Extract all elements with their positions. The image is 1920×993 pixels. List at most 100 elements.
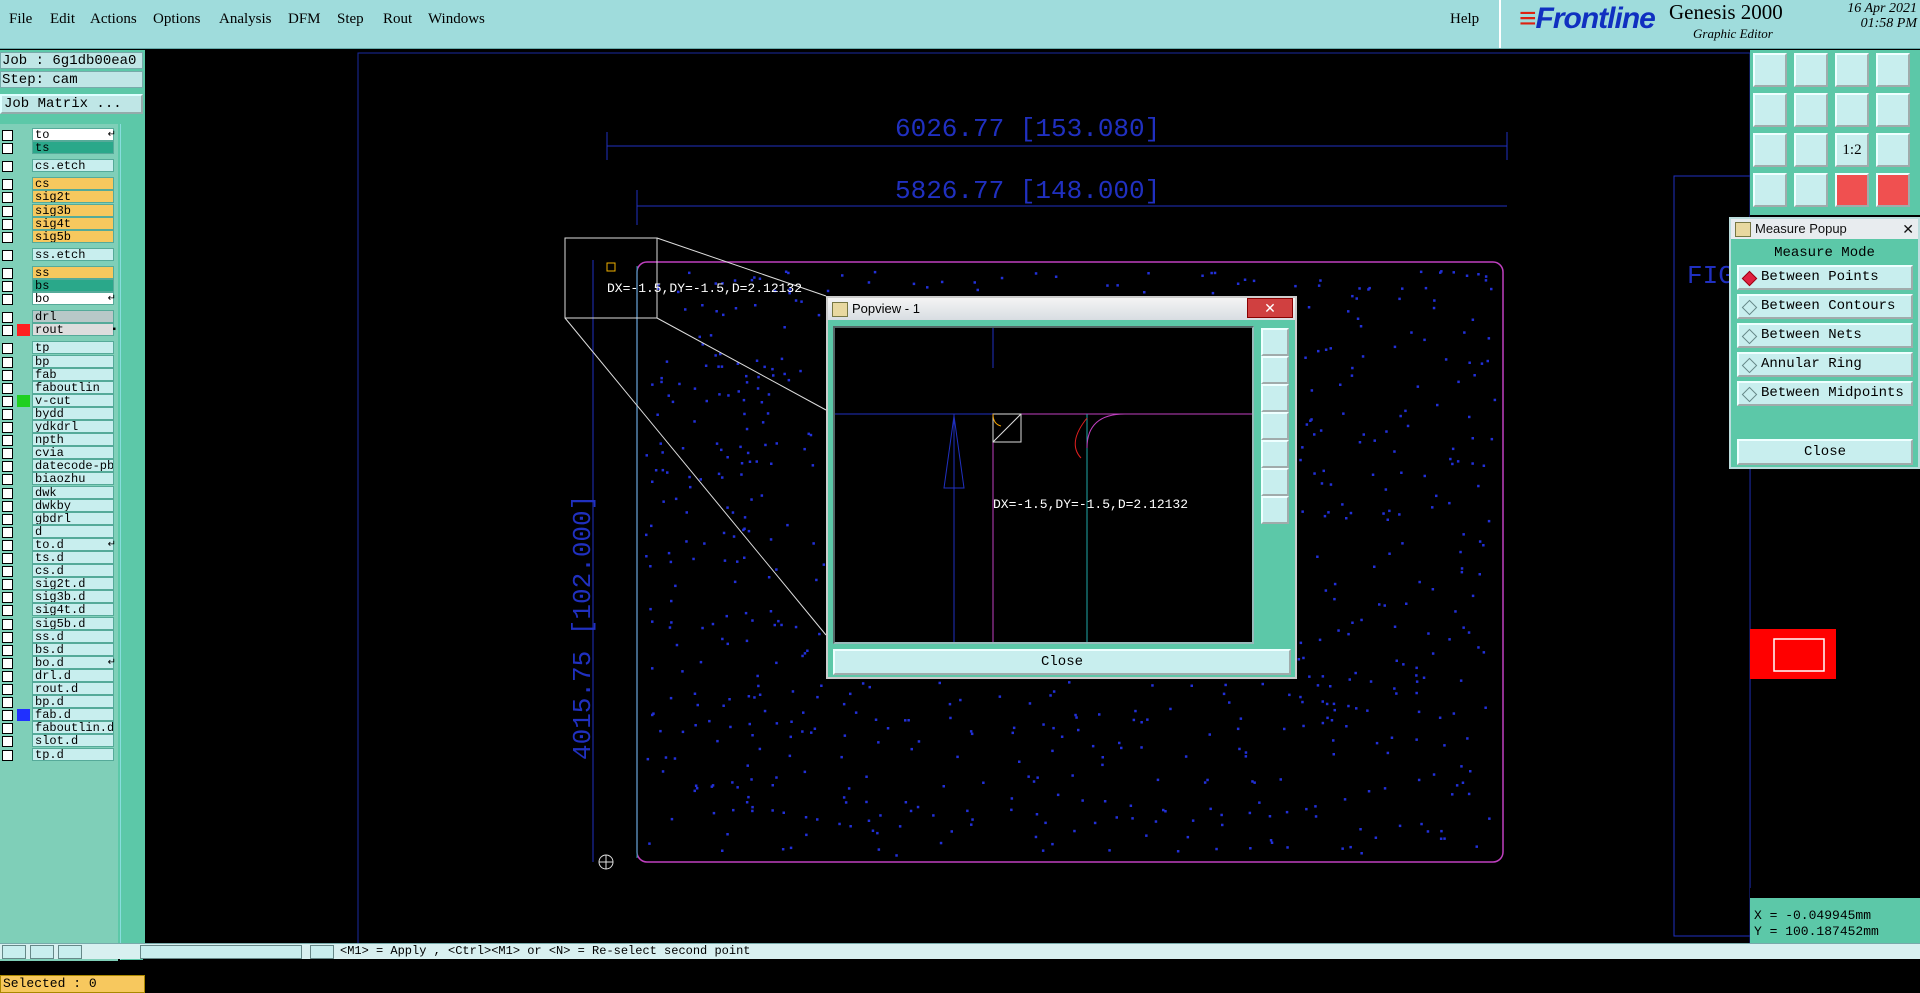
layer-name[interactable]: fab.d [32,708,114,722]
layer-name[interactable]: bp [32,354,114,368]
menu-rout[interactable]: Rout [383,11,412,28]
layer-name[interactable]: to [32,128,114,141]
layer-row[interactable]: cs [0,177,118,191]
layer-name[interactable]: ss.d [32,629,114,643]
layer-row[interactable]: bydd [0,406,118,421]
redo-icon[interactable] [1876,93,1910,127]
job-matrix-button[interactable]: Job Matrix ... [0,94,143,114]
layer-checkbox[interactable] [2,474,13,486]
option-between-nets[interactable]: Between Nets [1737,323,1913,348]
pv-zoom-window-icon[interactable] [1261,328,1289,356]
layer-checkbox[interactable] [2,192,13,204]
layer-row[interactable]: bo ↵ [0,292,118,306]
layer-row[interactable]: faboutlin [0,380,118,395]
layer-row[interactable]: d [0,524,118,539]
layer-row[interactable]: ss [0,265,118,280]
layer-row[interactable]: sig3b.d [0,590,118,604]
status-button-3[interactable] [58,945,82,959]
menu-windows[interactable]: Windows [428,11,485,28]
layers-red-2-icon[interactable] [1876,173,1910,207]
layer-name[interactable]: bo [32,292,114,306]
layer-checkbox[interactable] [2,382,13,394]
layer-checkbox[interactable] [2,526,13,538]
layer-checkbox[interactable] [2,231,13,243]
save-icon[interactable] [1794,53,1828,87]
measure-close-button[interactable]: Close [1737,439,1913,465]
layer-row[interactable]: dwkby [0,498,118,513]
layer-row[interactable]: gbdrl [0,511,118,526]
layer-name[interactable]: fab [32,367,114,381]
layer-name[interactable]: dwk [32,485,114,499]
layer-name[interactable]: bo.d [32,655,114,669]
layer-name[interactable]: v-cut [32,393,114,407]
layer-row[interactable]: cs.d [0,564,118,578]
layer-checkbox[interactable] [2,448,13,460]
help-icon[interactable] [1876,133,1910,167]
layer-name[interactable]: biaozhu [32,472,114,486]
menu-options[interactable]: Options [153,11,201,28]
option-between-midpoints[interactable]: Between Midpoints [1737,381,1913,406]
layer-row[interactable]: bp [0,354,118,369]
layer-name[interactable]: rout [32,323,114,337]
home-icon[interactable] [1835,53,1869,87]
layer-checkbox[interactable] [2,267,13,279]
layer-checkbox[interactable] [2,356,13,368]
option-between-points[interactable]: Between Points [1737,265,1913,290]
layer-row[interactable]: dwk [0,485,118,500]
layer-checkbox[interactable] [2,143,13,155]
layer-row[interactable]: ss.d [0,629,118,644]
layer-row[interactable]: v-cut [0,393,118,408]
layer-checkbox[interactable] [2,513,13,525]
layer-checkbox[interactable] [2,684,13,695]
layer-name[interactable]: cvia [32,446,114,460]
export-icon[interactable] [1794,93,1828,127]
layer-row[interactable]: rout.d [0,682,118,696]
layer-name[interactable]: ss.etch [32,247,114,261]
layer-name[interactable]: drl.d [32,668,114,682]
layer-checkbox[interactable] [2,422,13,433]
menu-edit[interactable]: Edit [50,11,75,28]
layer-row[interactable]: sig4t [0,216,118,231]
menu-actions[interactable]: Actions [90,11,137,28]
fit-window-icon[interactable] [1876,53,1910,87]
layers-red-icon[interactable] [1835,173,1869,207]
layer-checkbox[interactable] [2,631,13,643]
layer-checkbox[interactable] [2,487,13,499]
ratio-1-2-button[interactable]: 1:2 [1835,133,1869,167]
pv-zoom-out-icon[interactable] [1261,384,1289,412]
status-button-4[interactable] [310,945,334,959]
layer-row[interactable]: faboutlin.d [0,721,118,735]
layer-checkbox[interactable] [2,179,13,191]
pv-center-icon[interactable] [1261,496,1289,524]
layer-checkbox[interactable] [2,312,13,324]
layer-name[interactable]: sig2t [32,190,114,204]
layer-checkbox[interactable] [2,723,13,735]
popview-zoom-view[interactable]: DX=-1.5,DY=-1.5,D=2.12132 [833,326,1254,644]
layer-row[interactable]: sig4t.d [0,603,118,617]
close-icon[interactable]: ✕ [1902,219,1914,239]
layer-checkbox[interactable] [2,325,13,337]
layer-row[interactable]: fab [0,367,118,382]
pv-pan-left-icon[interactable] [1261,412,1289,440]
layer-name[interactable]: sig5b.d [32,616,114,630]
layer-color-swatch[interactable] [17,709,30,722]
layer-row[interactable]: cs.etch [0,159,118,173]
layer-name[interactable]: cs [32,177,114,191]
layer-checkbox[interactable] [2,553,13,564]
layer-row[interactable]: sig5b [0,229,118,244]
layer-checkbox[interactable] [2,281,13,292]
layer-checkbox[interactable] [2,618,13,630]
layer-name[interactable]: faboutlin.d [32,721,114,735]
layer-checkbox[interactable] [2,697,13,709]
layer-row[interactable]: sig5b.d [0,616,118,631]
layer-row[interactable]: rout ▪ [0,323,118,337]
layer-row[interactable]: ts.d [0,551,118,565]
pv-fit-icon[interactable] [1261,468,1289,496]
layer-row[interactable]: npth [0,433,118,447]
layer-name[interactable]: sig2t.d [32,577,114,591]
layer-row[interactable]: to.d ↵ [0,537,118,552]
layer-checkbox[interactable] [2,161,13,173]
menu-help[interactable]: Help [1450,11,1479,28]
layer-checkbox[interactable] [2,294,13,306]
layer-name[interactable]: ydkdrl [32,420,114,433]
